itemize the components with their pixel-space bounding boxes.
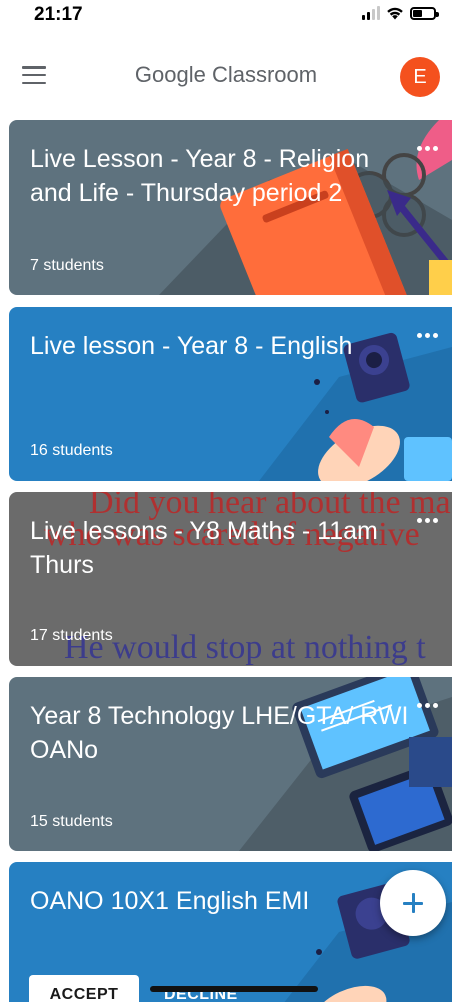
- more-horizontal-icon[interactable]: [417, 518, 438, 523]
- student-count: 15 students: [30, 813, 113, 830]
- student-count: 17 students: [30, 627, 113, 644]
- app-bar: Google Classroom E: [0, 44, 452, 108]
- account-avatar[interactable]: E: [400, 57, 440, 97]
- class-title: Live lessons - Y8 Maths - 11am Thurs: [30, 517, 378, 579]
- more-horizontal-icon[interactable]: [417, 703, 438, 708]
- accept-button[interactable]: ACCEPT: [29, 975, 139, 1002]
- class-title: Year 8 Technology LHE/GTA/ RWI OANo: [30, 702, 409, 764]
- add-class-button[interactable]: [380, 870, 446, 936]
- class-card[interactable]: Did you hear about the ma who was scared…: [9, 492, 452, 666]
- class-title: OANO 10X1 English EMI: [30, 887, 310, 915]
- wifi-icon: [387, 7, 403, 20]
- banner-text-line: He would stop at nothing t: [64, 629, 426, 666]
- status-time: 21:17: [34, 4, 83, 25]
- status-bar: 21:17: [0, 0, 452, 30]
- signal-icon: [362, 6, 380, 20]
- student-count: 7 students: [30, 257, 104, 274]
- class-card[interactable]: Live Lesson - Year 8 - Religion and Life…: [9, 120, 452, 295]
- more-horizontal-icon[interactable]: [417, 146, 438, 151]
- class-title: Live Lesson - Year 8 - Religion and Life…: [30, 145, 370, 207]
- class-title: Live lesson - Year 8 - English: [30, 332, 353, 360]
- home-indicator[interactable]: [150, 986, 318, 992]
- battery-icon: [410, 6, 439, 20]
- app-title: Google Classroom: [134, 62, 318, 87]
- plus-icon: [403, 893, 423, 913]
- screen: 21:17 Google Classroom E Live Lesson - Y…: [0, 0, 452, 1002]
- class-card[interactable]: Live lesson - Year 8 - English 16 studen…: [9, 307, 452, 481]
- status-icons: [362, 6, 439, 20]
- student-count: 16 students: [30, 442, 113, 459]
- class-card[interactable]: Year 8 Technology LHE/GTA/ RWI OANo 15 s…: [9, 677, 452, 851]
- more-horizontal-icon[interactable]: [417, 333, 438, 338]
